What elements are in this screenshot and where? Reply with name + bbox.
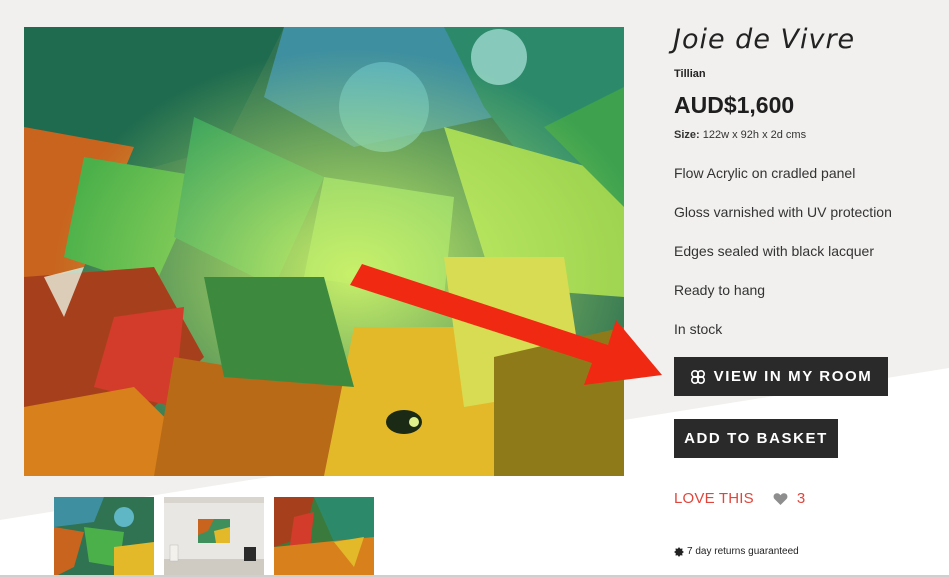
product-size: Size: 122w x 92h x 2d cms [674,129,806,141]
heart-icon[interactable] [773,492,788,505]
size-value: 122w x 92h x 2d cms [702,129,807,141]
product-price: AUD$1,600 [674,92,795,118]
thumbnail-detail-image [274,497,374,577]
returns-text: 7 day returns guaranteed [687,546,799,557]
feature-varnish: Gloss varnished with UV protection [674,204,892,220]
love-this-link[interactable]: LOVE THIS [674,490,754,507]
feature-medium: Flow Acrylic on cradled panel [674,165,856,181]
view-in-my-room-label: VIEW IN MY ROOM [713,368,873,385]
size-label: Size: [674,129,700,141]
love-count: 3 [796,490,806,507]
thumbnail-painting-image [54,497,154,577]
feature-hanging: Ready to hang [674,282,766,298]
main-artwork-image[interactable] [24,27,624,476]
artist-link[interactable]: Tillian [674,68,706,80]
feature-edges: Edges sealed with black lacquer [674,243,875,259]
four-circles-icon [690,369,706,385]
add-to-basket-button[interactable]: ADD TO BASKET [674,419,838,458]
thumbnail-detail[interactable] [274,497,374,577]
artwork-painting [24,27,624,476]
thumbnail-room-image [164,497,264,577]
thumbnail-room-view[interactable] [164,497,264,577]
stock-status: In stock [674,321,723,337]
badge-icon [674,546,684,557]
returns-guarantee: 7 day returns guaranteed [674,546,799,557]
love-this: LOVE THIS 3 [674,490,805,507]
product-title: Joie de Vivre [673,24,856,55]
view-in-my-room-button[interactable]: VIEW IN MY ROOM [674,357,888,396]
thumbnail-painting[interactable] [54,497,154,577]
